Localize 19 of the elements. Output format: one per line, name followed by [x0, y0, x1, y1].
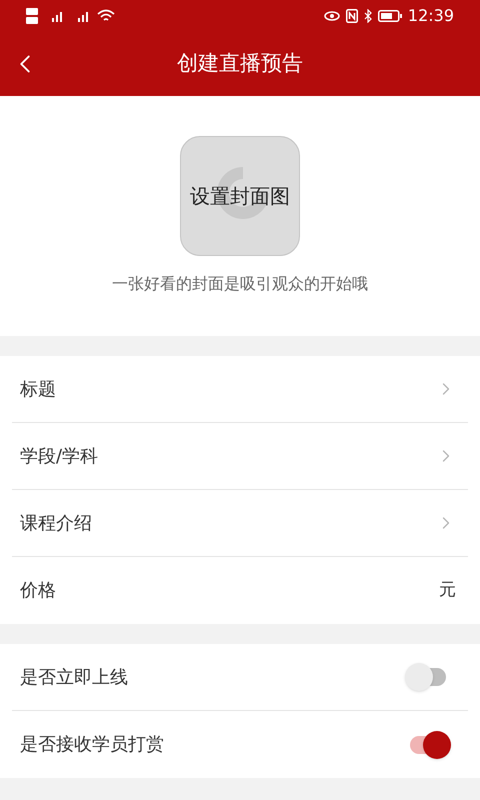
cover-upload-button[interactable]: 设置封面图	[180, 136, 300, 256]
cover-hint: 一张好看的封面是吸引观众的开始哦	[112, 273, 368, 295]
switch-label: 是否立即上线	[19, 666, 128, 690]
status-time: 12:39	[408, 5, 454, 27]
field-label: 课程介绍	[19, 512, 92, 536]
form-row[interactable]: 课程介绍	[12, 490, 468, 557]
unit-label: 元	[439, 578, 456, 602]
field-label: 价格	[19, 579, 56, 603]
form-row[interactable]: 学段/学科	[12, 423, 468, 490]
battery-icon	[378, 10, 402, 22]
field-label: 学段/学科	[19, 444, 98, 468]
form-row[interactable]: 标题	[12, 356, 468, 423]
bluetooth-icon	[364, 9, 372, 23]
field-label: 标题	[19, 378, 56, 402]
switch-label: 是否接收学员打赏	[19, 733, 164, 757]
eye-icon	[324, 10, 340, 22]
nfc-icon	[346, 9, 358, 23]
form-row[interactable]: 价格 元	[12, 557, 468, 624]
page-title: 创建直播预告	[177, 50, 303, 78]
